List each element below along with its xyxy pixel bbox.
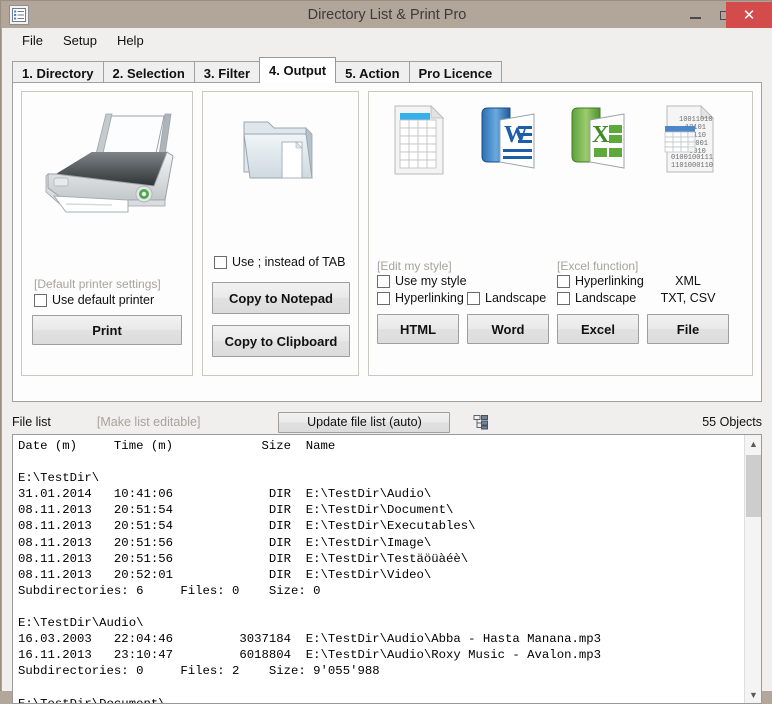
- html-hyperlinking-checkbox-row[interactable]: Hyperlinking: [377, 291, 464, 305]
- excel-hyperlinking-checkbox-row[interactable]: Hyperlinking: [557, 274, 644, 288]
- object-count-label: 55 Objects: [702, 415, 762, 429]
- use-semicolon-checkbox[interactable]: [214, 255, 227, 269]
- file-list-scrollbar[interactable]: ▲ ▼: [744, 435, 761, 703]
- update-file-list-button[interactable]: Update file list (auto): [278, 411, 451, 433]
- print-ghost-label: [Default printer settings]: [34, 277, 161, 291]
- html-table-document-icon: [394, 105, 444, 175]
- use-my-style-label: Use my style: [395, 274, 467, 288]
- word-icon-wrap: W: [467, 104, 549, 176]
- folder-with-document-icon: [242, 121, 313, 179]
- application-window: Directory List & Print Pro ✕ File Setup …: [0, 0, 772, 704]
- printer-icon: [45, 113, 174, 213]
- menu-item-help[interactable]: Help: [107, 31, 154, 50]
- svg-text:1101000110: 1101000110: [671, 162, 713, 170]
- make-list-editable-label[interactable]: [Make list editable]: [97, 415, 201, 429]
- close-button[interactable]: ✕: [726, 2, 772, 28]
- tab-strip: 1. Directory 2. Selection 3. Filter 4. O…: [12, 57, 762, 84]
- scrollbar-thumb[interactable]: [746, 455, 761, 517]
- excel-landscape-checkbox[interactable]: [557, 291, 570, 305]
- edit-my-style-label[interactable]: [Edit my style]: [377, 259, 452, 273]
- menu-item-setup[interactable]: Setup: [53, 31, 107, 50]
- use-my-style-checkbox[interactable]: [377, 274, 390, 288]
- file-list-label: File list: [12, 415, 51, 429]
- app-icon: [9, 5, 29, 25]
- output-panels: [Default printer settings] Use default p…: [21, 91, 755, 376]
- use-default-printer-label: Use default printer: [52, 293, 155, 307]
- microsoft-excel-icon: X: [571, 107, 625, 169]
- excel-hyperlinking-label: Hyperlinking: [575, 274, 644, 288]
- close-icon: ✕: [742, 7, 756, 24]
- file-list-content[interactable]: Date (m) Time (m) Size Name E:\TestDir\ …: [18, 438, 734, 703]
- html-hyperlinking-label: Hyperlinking: [395, 291, 464, 305]
- excel-function-label[interactable]: [Excel function]: [557, 259, 638, 273]
- word-landscape-checkbox-row[interactable]: Landscape: [467, 291, 546, 305]
- title-bar: Directory List & Print Pro ✕: [2, 2, 772, 28]
- menu-item-file[interactable]: File: [12, 31, 53, 50]
- tab-page-output: [Default printer settings] Use default p…: [12, 82, 762, 402]
- file-icon-wrap: 10011010 10101 10110 11001 0010 01001001…: [647, 104, 729, 176]
- scroll-up-arrow-icon[interactable]: ▲: [745, 435, 761, 452]
- use-semicolon-checkbox-row[interactable]: Use ; instead of TAB: [214, 255, 345, 269]
- file-list-toolbar: File list [Make list editable] Update fi…: [12, 410, 762, 434]
- menu-bar: File Setup Help: [2, 28, 772, 53]
- file-format-txt-csv-label: TXT, CSV: [660, 291, 716, 305]
- use-semicolon-label: Use ; instead of TAB: [232, 255, 346, 269]
- print-panel: [Default printer settings] Use default p…: [21, 91, 193, 376]
- printer-icon-area: [22, 100, 192, 220]
- minimize-icon: [689, 17, 701, 19]
- binary-data-file-icon: 10011010 10101 10110 11001 0010 01001001…: [664, 105, 714, 173]
- minimize-button[interactable]: [680, 2, 710, 28]
- tab-pro-licence[interactable]: Pro Licence: [408, 61, 503, 84]
- tab-output[interactable]: 4. Output: [259, 57, 337, 83]
- excel-landscape-label: Landscape: [575, 291, 637, 305]
- tab-selection[interactable]: 2. Selection: [102, 61, 195, 84]
- word-landscape-label: Landscape: [485, 291, 547, 305]
- html-export-button[interactable]: HTML: [377, 314, 459, 344]
- svg-text:0100100111: 0100100111: [671, 154, 713, 162]
- excel-icon-wrap: X: [557, 104, 639, 176]
- use-my-style-checkbox-row[interactable]: Use my style: [377, 274, 467, 288]
- scroll-down-arrow-icon[interactable]: ▼: [745, 686, 761, 703]
- svg-text:X: X: [592, 122, 610, 148]
- print-button[interactable]: Print: [32, 315, 182, 345]
- folder-icon-area: [203, 100, 358, 200]
- file-list-pane[interactable]: Date (m) Time (m) Size Name E:\TestDir\ …: [12, 434, 762, 704]
- excel-hyperlinking-checkbox[interactable]: [557, 274, 570, 288]
- file-export-button[interactable]: File: [647, 314, 729, 344]
- html-icon-wrap: [377, 104, 459, 176]
- clipboard-panel: Use ; instead of TAB Copy to Notepad Cop…: [202, 91, 359, 376]
- html-hyperlinking-checkbox[interactable]: [377, 291, 390, 305]
- copy-to-clipboard-button[interactable]: Copy to Clipboard: [212, 325, 350, 357]
- window-title: Directory List & Print Pro: [307, 7, 467, 23]
- excel-export-button[interactable]: Excel: [557, 314, 639, 344]
- tree-hierarchy-icon[interactable]: [472, 413, 490, 431]
- export-panel: W X 10011010 10101 10110 11001 0010 0100…: [368, 91, 753, 376]
- use-default-printer-checkbox-row[interactable]: Use default printer: [34, 293, 154, 307]
- word-landscape-checkbox[interactable]: [467, 291, 480, 305]
- microsoft-word-icon: W: [481, 107, 535, 169]
- tab-action[interactable]: 5. Action: [335, 61, 410, 84]
- svg-text:10011010: 10011010: [679, 116, 713, 124]
- use-default-printer-checkbox[interactable]: [34, 293, 47, 307]
- client-area: File Setup Help 1. Directory 2. Selectio…: [2, 28, 772, 704]
- copy-to-notepad-button[interactable]: Copy to Notepad: [212, 282, 350, 314]
- file-format-xml-label: XML: [675, 274, 701, 288]
- word-export-button[interactable]: Word: [467, 314, 549, 344]
- tab-directory[interactable]: 1. Directory: [12, 61, 104, 84]
- excel-landscape-checkbox-row[interactable]: Landscape: [557, 291, 636, 305]
- tab-filter[interactable]: 3. Filter: [193, 61, 261, 84]
